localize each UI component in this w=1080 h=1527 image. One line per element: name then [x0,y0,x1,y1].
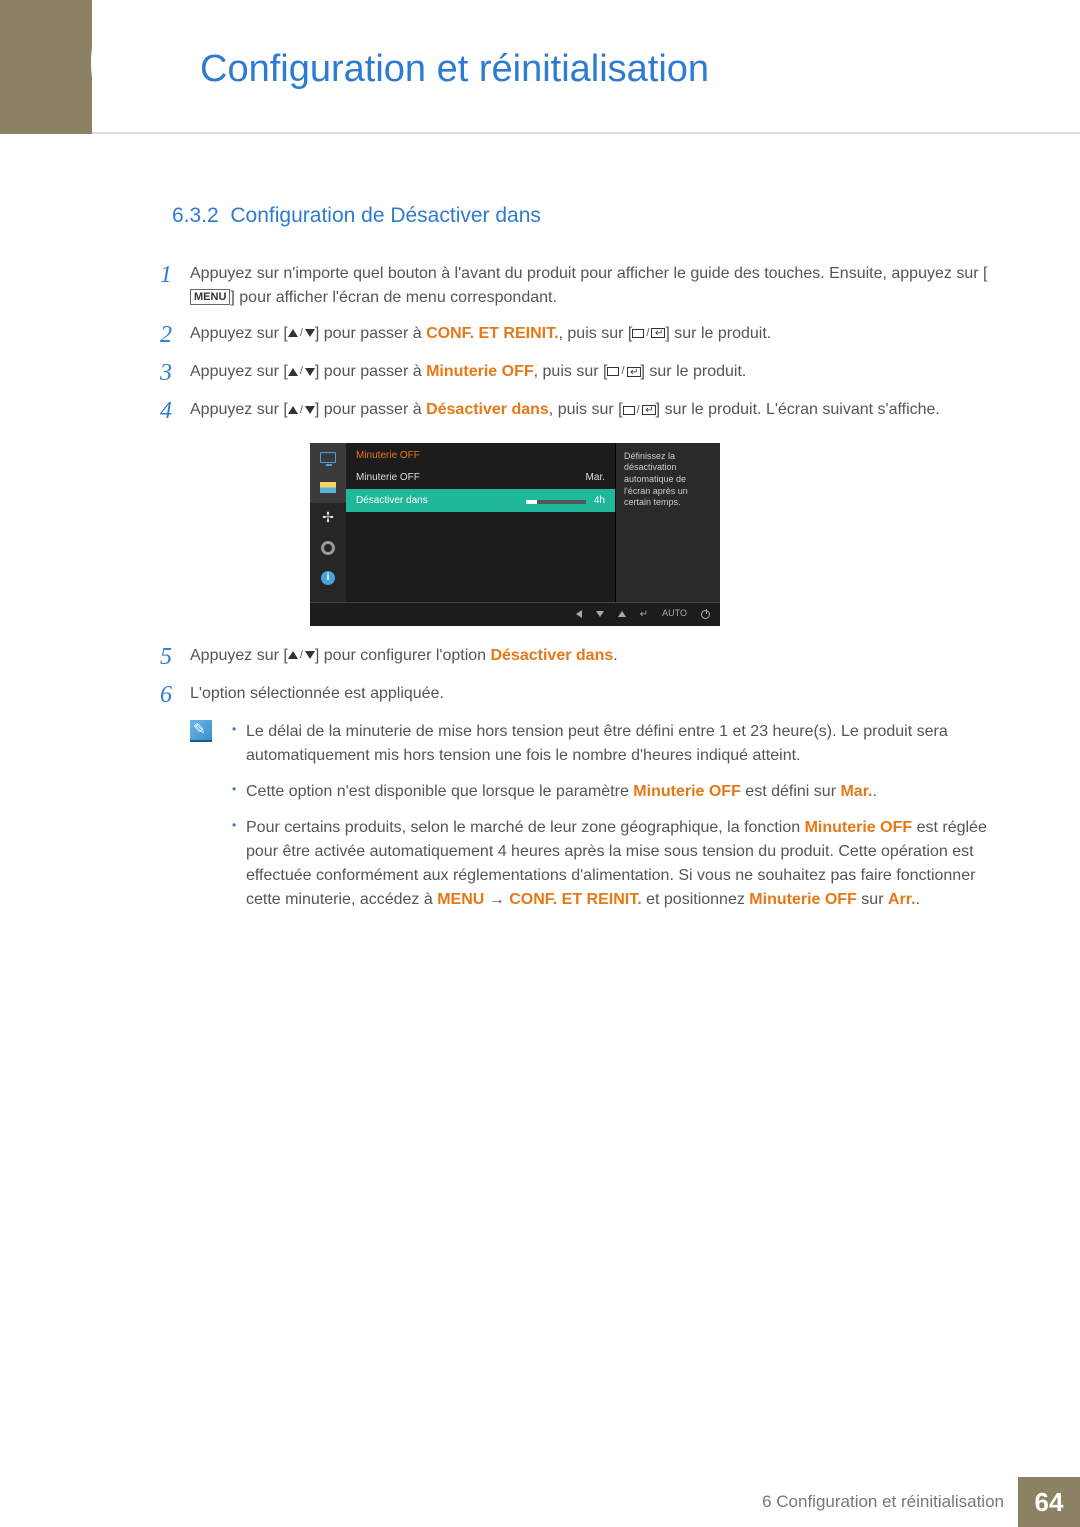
step-text: Appuyez sur [/] pour passer à CONF. ET R… [190,322,990,348]
slider-icon [526,500,586,504]
chapter-tab [0,0,92,134]
step-text: Appuyez sur [/] pour configurer l'option… [190,644,990,670]
step-text: Appuyez sur n'importe quel bouton à l'av… [190,262,990,310]
chapter-number: 6 [84,0,161,141]
step-number: 5 [160,644,190,670]
step-text: Appuyez sur [/] pour passer à Désactiver… [190,398,990,424]
section-heading: 6.3.2 Configuration de Désactiver dans [172,200,990,232]
left-icon [576,610,582,618]
step-text: Appuyez sur [/] pour passer à Minuterie … [190,360,990,386]
page-number: 64 [1018,1477,1080,1527]
step-text: L'option sélectionnée est appliquée. [190,682,990,708]
up-down-icon: / [288,402,315,419]
note-list: Le délai de la minuterie de mise hors te… [228,720,990,924]
up-down-icon: / [288,647,315,664]
up-icon [618,611,626,617]
osd-row-selected: Désactiver dans 4h [346,489,615,512]
step-number: 6 [160,682,190,708]
enter-icon: / [632,325,665,342]
footer-chapter-label: 6 Configuration et réinitialisation [762,1492,1004,1512]
osd-nav-bar: ↵ AUTO [310,602,720,626]
header-rule [92,132,1080,134]
osd-menu-icons: ✢ i [310,443,346,602]
step-number: 2 [160,322,190,348]
enter-icon: / [623,402,656,419]
monitor-icon [310,443,346,473]
picture-icon [310,473,346,503]
up-down-icon: / [288,325,315,342]
step-number: 3 [160,360,190,386]
step-number: 1 [160,262,190,310]
note-icon [190,720,212,742]
osd-row: Minuterie OFFMar. [346,466,615,489]
menu-key-icon: MENU [190,289,230,305]
chapter-title: Configuration et réinitialisation [200,48,709,91]
osd-screenshot: ✢ i Minuterie OFF Minuterie OFFMar. Désa… [310,443,990,626]
auto-label: AUTO [662,607,687,621]
down-icon [596,611,604,617]
step-number: 4 [160,398,190,424]
osd-tooltip: Définissez la désactivation automatique … [615,443,720,602]
note-item: Le délai de la minuterie de mise hors te… [228,720,990,768]
up-down-icon: / [288,363,315,380]
info-icon: i [310,563,346,593]
return-icon: ↵ [640,607,648,622]
osd-panel-title: Minuterie OFF [346,443,615,466]
power-icon [701,610,710,619]
page-footer: 6 Configuration et réinitialisation 64 [0,1477,1080,1527]
note-item: Pour certains produits, selon le marché … [228,816,990,912]
position-icon: ✢ [310,503,346,533]
gear-icon [310,533,346,563]
note-item: Cette option n'est disponible que lorsqu… [228,780,990,804]
enter-icon: / [607,363,640,380]
